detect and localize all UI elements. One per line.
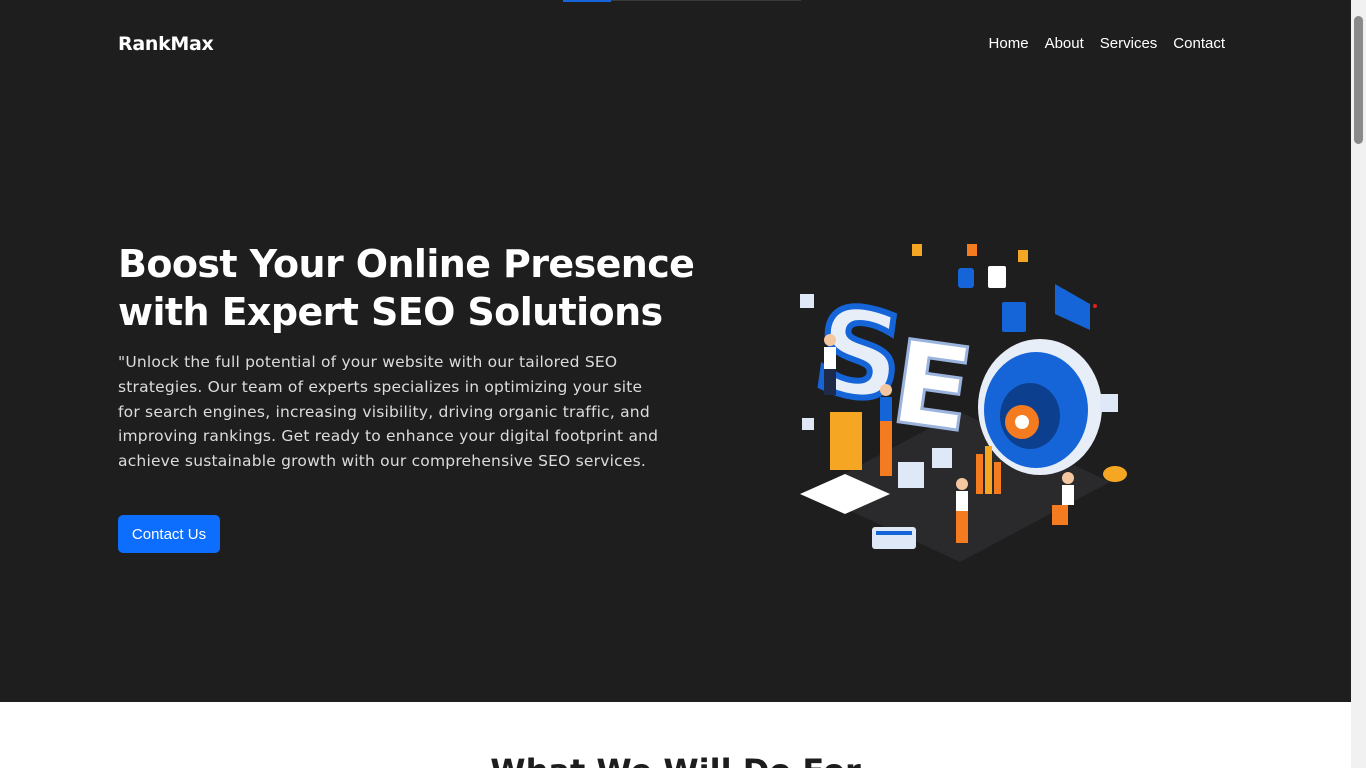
hero-section: RankMax Home About Services Contact Boos… xyxy=(0,0,1351,702)
main-nav: Home About Services Contact xyxy=(989,35,1225,52)
nav-home[interactable]: Home xyxy=(989,35,1029,52)
scrollbar-thumb[interactable] xyxy=(1354,16,1363,144)
scrollbar[interactable] xyxy=(1351,0,1366,768)
section-title: What We Will Do For xyxy=(0,752,1351,768)
hero-description: "Unlock the full potential of your websi… xyxy=(118,353,659,471)
hero-headline: Boost Your Online Presence with Expert S… xyxy=(118,242,695,334)
nav-services[interactable]: Services xyxy=(1100,35,1158,52)
nav-about[interactable]: About xyxy=(1045,35,1084,52)
seo-o-ring xyxy=(978,339,1102,475)
loading-track xyxy=(611,0,801,1)
loading-indicator xyxy=(563,0,611,2)
contact-us-button[interactable]: Contact Us xyxy=(118,515,220,553)
brand-logo[interactable]: RankMax xyxy=(118,33,214,55)
seo-illustration: S E xyxy=(800,244,1127,562)
nav-contact[interactable]: Contact xyxy=(1173,35,1225,52)
